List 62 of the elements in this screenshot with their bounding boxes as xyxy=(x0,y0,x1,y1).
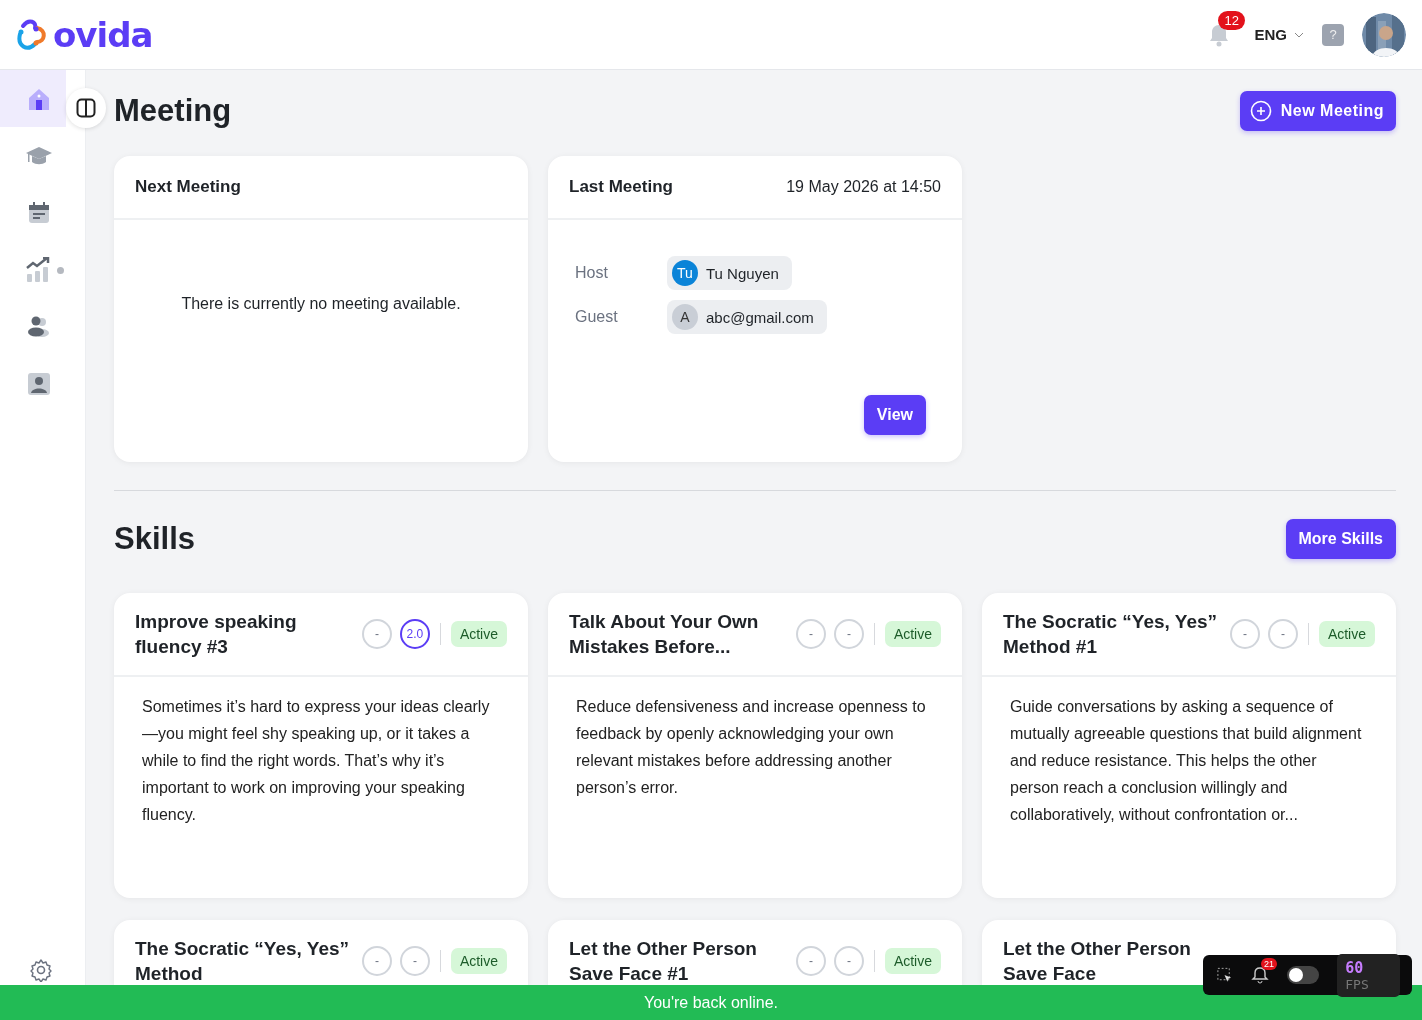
rating-circle: - xyxy=(1267,619,1298,649)
rating-circle: - xyxy=(361,619,392,649)
card-title: Last Meeting xyxy=(569,177,673,197)
rating-circle: - xyxy=(833,619,864,649)
notification-badge: 21 xyxy=(1261,958,1278,970)
notification-badge: 12 xyxy=(1218,10,1245,30)
empty-message: There is currently no meeting available. xyxy=(181,295,461,314)
calendar-icon xyxy=(27,200,51,225)
contact-icon xyxy=(28,372,50,395)
rating-circle: 2.0 xyxy=(399,619,430,649)
rating-circle: - xyxy=(399,946,430,976)
language-selector[interactable]: ENG xyxy=(1254,26,1304,43)
status-badge: Active xyxy=(1318,621,1375,647)
status-badge: Active xyxy=(450,621,507,647)
logo[interactable]: ovida xyxy=(15,14,153,55)
card-title: Let the Other Person Save Face xyxy=(1003,937,1192,986)
role-label: Host xyxy=(575,264,609,282)
skill-card[interactable]: The Socratic “Yes, Yes” Method - - Active xyxy=(114,920,528,986)
toggle-switch[interactable] xyxy=(1287,966,1320,984)
avatar-initials: Tu xyxy=(672,260,698,286)
new-meeting-button[interactable]: New Meeting xyxy=(1239,91,1396,131)
card-title: Talk About Your Own Mistakes Before... xyxy=(569,610,760,659)
person-name: Tu Nguyen xyxy=(706,264,779,282)
sidebar-toggle-button[interactable] xyxy=(66,88,106,128)
meeting-date: 19 May 2026 at 14:50 xyxy=(786,178,941,196)
plus-circle-icon xyxy=(1249,100,1272,122)
rating-circle: - xyxy=(833,946,864,976)
skill-card[interactable]: Talk About Your Own Mistakes Before... - - Active Reduce defensiveness and increase openness to feedback by openly acknowledging your own relevant mistakes before addressing another person’s error. xyxy=(548,593,962,898)
skill-card[interactable]: Let the Other Person Save Face #1 - - Active xyxy=(548,920,962,986)
people-icon xyxy=(27,315,51,338)
card-description: Sometimes it’s hard to express your ideas clearly—you might feel shy speaking up, or it takes a while to find the right words. That’s why it’s important to work on improving your speaking fluency. xyxy=(141,697,491,825)
avatar-initials: A xyxy=(672,304,698,330)
panel-icon xyxy=(76,98,96,118)
chevron-down-icon xyxy=(1294,31,1304,38)
bell-icon[interactable] xyxy=(1251,966,1270,984)
view-button[interactable]: View xyxy=(863,395,926,435)
card-title: Improve speaking fluency #3 xyxy=(135,610,298,659)
card-title: Next Meeting xyxy=(135,177,241,197)
person-name: abc@gmail.com xyxy=(706,308,814,326)
chart-icon xyxy=(26,256,52,283)
rating-circle: - xyxy=(795,619,826,649)
rating-circle: - xyxy=(795,946,826,976)
status-badge: Active xyxy=(884,948,941,974)
role-label: Guest xyxy=(575,308,619,326)
page-title: Meeting xyxy=(114,93,232,129)
rating-circle: - xyxy=(361,946,392,976)
section-title: Skills xyxy=(114,521,195,557)
card-title: Let the Other Person Save Face #1 xyxy=(569,937,758,986)
skill-card[interactable] xyxy=(982,593,1396,898)
status-badge: Active xyxy=(884,621,941,647)
card-title: The Socratic “Yes, Yes” Method #1 xyxy=(1003,610,1219,659)
settings-icon[interactable] xyxy=(28,958,53,982)
card-description: Reduce defensiveness and increase openness to feedback by openly acknowledging your own relevant mistakes before addressing another person’s error. xyxy=(575,697,927,798)
skill-card[interactable] xyxy=(114,593,528,898)
more-skills-button[interactable]: More Skills xyxy=(1285,519,1396,559)
card-title: The Socratic “Yes, Yes” Method xyxy=(135,937,351,986)
rating-circle: - xyxy=(1229,619,1260,649)
fps-counter: 60 FPS xyxy=(1337,953,1400,997)
status-message: You're back online. xyxy=(643,993,779,1012)
graduation-cap-icon xyxy=(25,144,53,167)
status-badge: Active xyxy=(450,948,507,974)
card-description: Guide conversations by asking a sequence of mutually agreeable questions that build alignment and reduce resistance. This helps the other person reach a conclusion willingly and collaboratively, without confrontation or... xyxy=(1009,697,1363,825)
